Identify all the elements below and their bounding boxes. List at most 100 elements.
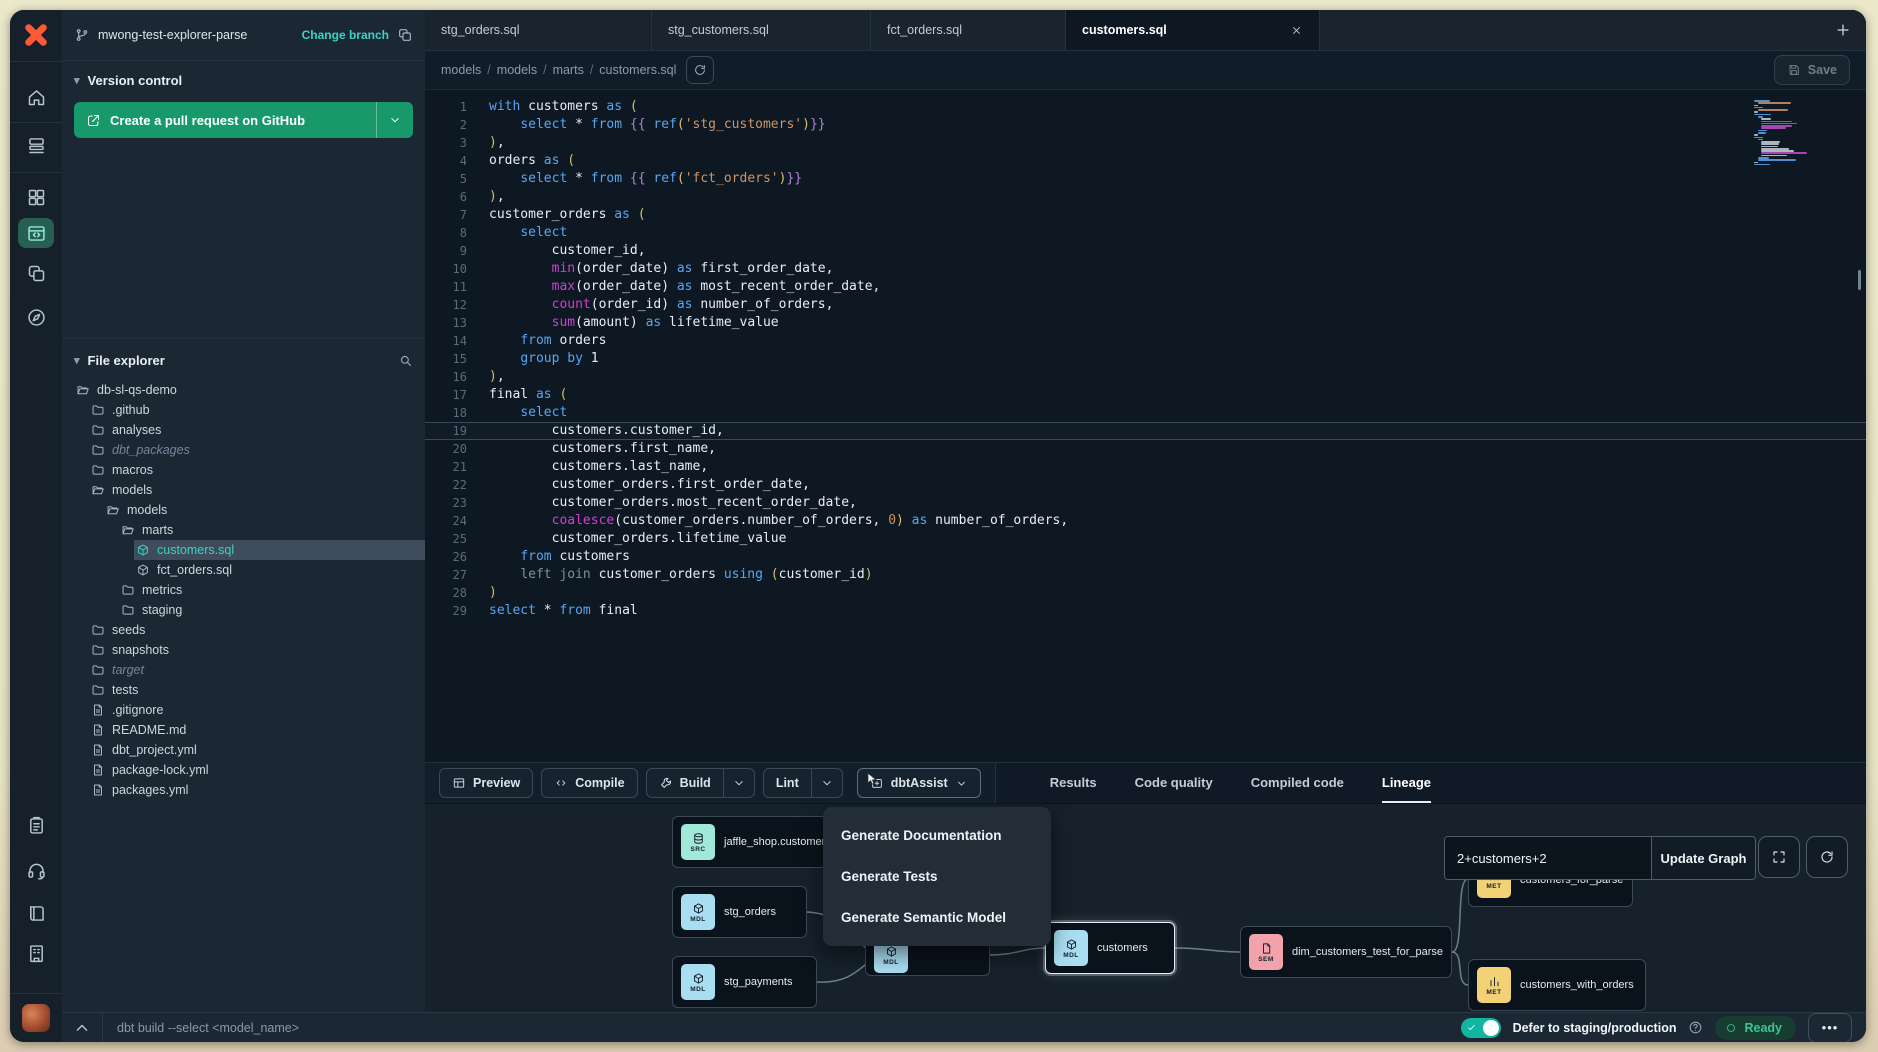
tree-item-macros[interactable]: macros bbox=[62, 460, 425, 480]
create-pr-main[interactable]: Create a pull request on GitHub bbox=[74, 102, 376, 138]
tab-close-icon[interactable] bbox=[1290, 24, 1303, 37]
code-line-5[interactable]: 5 select * from {{ ref('fct_orders')}} bbox=[425, 170, 1866, 188]
lineage-fullscreen-button[interactable] bbox=[1758, 836, 1800, 878]
code-line-10[interactable]: 10 min(order_date) as first_order_date, bbox=[425, 260, 1866, 278]
tree-item-packages-yml[interactable]: packages.yml bbox=[62, 780, 425, 800]
menu-item-generate-documentation[interactable]: Generate Documentation bbox=[823, 815, 1051, 856]
tree-item-analyses[interactable]: analyses bbox=[62, 420, 425, 440]
code-line-8[interactable]: 8 select bbox=[425, 224, 1866, 242]
breadcrumb-item[interactable]: marts bbox=[553, 63, 584, 77]
result-tab-results[interactable]: Results bbox=[1050, 763, 1097, 803]
tree-item-package-lock-yml[interactable]: package-lock.yml bbox=[62, 760, 425, 780]
code-line-28[interactable]: 28) bbox=[425, 584, 1866, 602]
file-explorer-header[interactable]: ▾ File explorer bbox=[62, 339, 425, 374]
code-line-17[interactable]: 17final as ( bbox=[425, 386, 1866, 404]
breadcrumb-item[interactable]: models bbox=[441, 63, 481, 77]
code-line-11[interactable]: 11 max(order_date) as most_recent_order_… bbox=[425, 278, 1866, 296]
update-graph-button[interactable]: Update Graph bbox=[1651, 837, 1755, 879]
lineage-node-customers-with-orders[interactable]: METcustomers_with_orders bbox=[1468, 959, 1646, 1011]
result-tab-compiled-code[interactable]: Compiled code bbox=[1251, 763, 1344, 803]
create-pr-button[interactable]: Create a pull request on GitHub bbox=[74, 102, 413, 138]
code-line-7[interactable]: 7customer_orders as ( bbox=[425, 206, 1866, 224]
tree-item-tests[interactable]: tests bbox=[62, 680, 425, 700]
more-options-button[interactable]: ••• bbox=[1808, 1013, 1852, 1043]
tree-item-dbt-packages[interactable]: dbt_packages bbox=[62, 440, 425, 460]
code-line-25[interactable]: 25 customer_orders.lifetime_value bbox=[425, 530, 1866, 548]
breadcrumb-item[interactable]: customers.sql bbox=[599, 63, 676, 77]
code-line-18[interactable]: 18 select bbox=[425, 404, 1866, 422]
code-line-12[interactable]: 12 count(order_id) as number_of_orders, bbox=[425, 296, 1866, 314]
tree-item-models[interactable]: models bbox=[62, 480, 425, 500]
command-input[interactable]: dbt build --select <model_name> bbox=[117, 1021, 299, 1035]
copy-branch-icon[interactable] bbox=[397, 27, 413, 43]
code-line-2[interactable]: 2 select * from {{ ref('stg_customers')}… bbox=[425, 116, 1866, 134]
lineage-node-stg-orders[interactable]: MDLstg_orders bbox=[672, 886, 807, 938]
version-control-header[interactable]: ▾ Version control bbox=[74, 73, 413, 88]
tree-item-staging[interactable]: staging bbox=[62, 600, 425, 620]
code-line-26[interactable]: 26 from customers bbox=[425, 548, 1866, 566]
code-line-29[interactable]: 29select * from final bbox=[425, 602, 1866, 620]
tree-item-target[interactable]: target bbox=[62, 660, 425, 680]
tree-item--gitignore[interactable]: .gitignore bbox=[62, 700, 425, 720]
open-node-in-lineage-button[interactable] bbox=[686, 56, 714, 84]
dbt-logo[interactable] bbox=[20, 19, 52, 51]
code-line-27[interactable]: 27 left join customer_orders using (cust… bbox=[425, 566, 1866, 584]
tree-item--github[interactable]: .github bbox=[62, 400, 425, 420]
code-line-15[interactable]: 15 group by 1 bbox=[425, 350, 1866, 368]
code-line-20[interactable]: 20 customers.first_name, bbox=[425, 440, 1866, 458]
ready-status-badge[interactable]: Ready bbox=[1715, 1016, 1796, 1040]
create-pr-dropdown[interactable] bbox=[376, 102, 413, 138]
change-branch-link[interactable]: Change branch bbox=[302, 28, 389, 42]
editor-tab-fct-orders-sql[interactable]: fct_orders.sql bbox=[871, 10, 1066, 50]
code-line-13[interactable]: 13 sum(amount) as lifetime_value bbox=[425, 314, 1866, 332]
result-tab-lineage[interactable]: Lineage bbox=[1382, 763, 1431, 803]
code-line-3[interactable]: 3), bbox=[425, 134, 1866, 152]
code-line-24[interactable]: 24 coalesce(customer_orders.number_of_or… bbox=[425, 512, 1866, 530]
editor-tab-stg-orders-sql[interactable]: stg_orders.sql bbox=[425, 10, 652, 50]
search-icon[interactable] bbox=[398, 353, 413, 368]
editor-tab-customers-sql[interactable]: customers.sql bbox=[1066, 10, 1320, 50]
lineage-node-customers[interactable]: MDLcustomers bbox=[1045, 922, 1175, 974]
menu-item-generate-tests[interactable]: Generate Tests bbox=[823, 856, 1051, 897]
tree-item-snapshots[interactable]: snapshots bbox=[62, 640, 425, 660]
lint-dropdown[interactable] bbox=[811, 769, 842, 797]
dbt-assist-button[interactable]: dbtAssist bbox=[857, 768, 981, 798]
code-line-16[interactable]: 16), bbox=[425, 368, 1866, 386]
code-line-9[interactable]: 9 customer_id, bbox=[425, 242, 1866, 260]
user-avatar[interactable] bbox=[22, 1004, 50, 1032]
defer-toggle[interactable] bbox=[1461, 1018, 1501, 1038]
code-line-23[interactable]: 23 customer_orders.most_recent_order_dat… bbox=[425, 494, 1866, 512]
code-line-1[interactable]: 1with customers as ( bbox=[425, 98, 1866, 116]
editor-tab-stg-customers-sql[interactable]: stg_customers.sql bbox=[652, 10, 871, 50]
tree-item-metrics[interactable]: metrics bbox=[62, 580, 425, 600]
code-line-19[interactable]: 19 customers.customer_id, bbox=[425, 422, 1866, 440]
lineage-refresh-button[interactable] bbox=[1806, 836, 1848, 878]
code-line-14[interactable]: 14 from orders bbox=[425, 332, 1866, 350]
menu-item-generate-semantic-model[interactable]: Generate Semantic Model bbox=[823, 897, 1051, 938]
tree-item-marts[interactable]: marts bbox=[62, 520, 425, 540]
compile-button[interactable]: Compile bbox=[541, 768, 637, 798]
expand-command-bar-icon[interactable] bbox=[72, 1018, 92, 1038]
preview-button[interactable]: Preview bbox=[439, 768, 533, 798]
tree-item-seeds[interactable]: seeds bbox=[62, 620, 425, 640]
tree-item-models[interactable]: models bbox=[62, 500, 425, 520]
tree-item-dbt-project-yml[interactable]: dbt_project.yml bbox=[62, 740, 425, 760]
lineage-node-stg-payments[interactable]: MDLstg_payments bbox=[672, 956, 817, 1008]
breadcrumb-item[interactable]: models bbox=[497, 63, 537, 77]
lineage-search-input[interactable] bbox=[1445, 837, 1651, 879]
tree-item-fct-orders-sql[interactable]: fct_orders.sql bbox=[62, 560, 425, 580]
code-line-4[interactable]: 4orders as ( bbox=[425, 152, 1866, 170]
lint-button[interactable]: Lint bbox=[764, 769, 811, 797]
tree-item-readme-md[interactable]: README.md bbox=[62, 720, 425, 740]
tree-item-customers-sql[interactable]: customers.sql bbox=[62, 540, 425, 560]
code-editor[interactable]: 1with customers as (2 select * from {{ r… bbox=[425, 90, 1866, 762]
code-line-21[interactable]: 21 customers.last_name, bbox=[425, 458, 1866, 476]
code-line-6[interactable]: 6), bbox=[425, 188, 1866, 206]
result-tab-code-quality[interactable]: Code quality bbox=[1135, 763, 1213, 803]
build-dropdown[interactable] bbox=[723, 769, 754, 797]
lineage-node-dim-customers-test-for-parse[interactable]: SEMdim_customers_test_for_parse bbox=[1240, 926, 1452, 978]
new-tab-icon[interactable] bbox=[1834, 21, 1852, 39]
save-button[interactable]: Save bbox=[1774, 55, 1850, 85]
help-icon[interactable] bbox=[1688, 1020, 1703, 1035]
code-line-22[interactable]: 22 customer_orders.first_order_date, bbox=[425, 476, 1866, 494]
